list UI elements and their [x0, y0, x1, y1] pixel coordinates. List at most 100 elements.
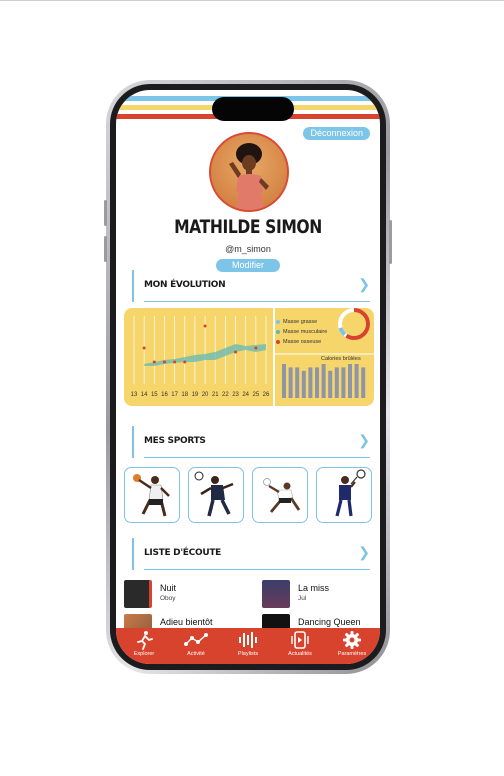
calories-bar	[308, 367, 313, 398]
x-tick-label: 14	[141, 392, 148, 398]
data-point	[183, 360, 187, 364]
avatar[interactable]	[209, 132, 289, 212]
power-button	[389, 220, 392, 264]
section-playlist[interactable]: LISTE D'ÉCOUTE ❯	[132, 538, 370, 570]
app-screen: Déconnexion MATHILDE SIMON @m_simon Modi…	[116, 90, 380, 664]
x-tick-label: 13	[131, 392, 138, 398]
track-title: Adieu bientôt	[160, 617, 213, 627]
calories-bar	[282, 364, 286, 398]
calories-bar	[361, 367, 366, 398]
sport-card-volleyball[interactable]	[252, 467, 308, 523]
x-tick-label: 23	[232, 392, 239, 398]
section-accent-bar	[132, 538, 134, 570]
gear-icon	[343, 631, 361, 649]
x-tick-label: 22	[222, 392, 229, 398]
calories-bar	[295, 367, 300, 398]
section-evolution[interactable]: MON ÉVOLUTION ❯	[132, 270, 370, 302]
x-tick-label: 26	[263, 392, 270, 398]
track-artist: Oboy	[160, 595, 176, 602]
chevron-right-icon[interactable]: ❯	[358, 544, 370, 561]
volleyball-player-icon	[263, 478, 301, 513]
calories-bar	[328, 370, 333, 398]
section-title: LISTE D'ÉCOUTE	[144, 548, 222, 558]
x-tick-label: 16	[161, 392, 168, 398]
x-tick-label: 21	[212, 392, 219, 398]
profile-name: MATHILDE SIMON	[174, 216, 322, 238]
basketball-player-icon	[133, 474, 170, 517]
x-tick-label: 19	[192, 392, 199, 398]
x-tick-label: 18	[181, 392, 188, 398]
top-border	[0, 0, 504, 1]
activity-icon	[184, 633, 208, 646]
legend-item-bone: Masse osseuse	[276, 339, 321, 345]
data-point	[234, 350, 238, 354]
data-point	[173, 360, 177, 364]
track-item[interactable]: Nuit Oboy	[116, 580, 248, 610]
legend-label: Masse osseuse	[283, 339, 322, 345]
athlete-photo-icon	[229, 143, 269, 210]
football-player-icon	[194, 471, 234, 517]
section-title: MES SPORTS	[144, 436, 206, 446]
album-cover	[262, 580, 290, 608]
tab-playlists[interactable]: Playlists	[222, 630, 274, 664]
section-accent-bar	[132, 426, 134, 458]
data-point	[203, 324, 207, 328]
section-divider	[144, 457, 370, 458]
track-artist: Jul	[298, 595, 307, 602]
calories-bar	[348, 364, 352, 398]
tab-actualites[interactable]: Actualités	[274, 630, 326, 664]
calories-bar	[354, 364, 359, 398]
x-tick-label: 25	[253, 392, 260, 398]
chart-divider	[273, 308, 275, 406]
calories-bar	[315, 367, 319, 398]
track-title: Dancing Queen	[298, 617, 361, 627]
calories-bar	[334, 367, 339, 398]
profile-handle: @m_simon	[225, 244, 271, 254]
x-tick-label: 24	[242, 392, 249, 398]
news-icon	[291, 631, 309, 649]
tab-label: Explorer	[133, 651, 155, 657]
tab-label: Paramètres	[337, 651, 367, 657]
legend-dot	[276, 329, 280, 334]
track-title: La miss	[298, 583, 330, 593]
section-sports[interactable]: MES SPORTS ❯	[132, 426, 370, 458]
sport-card-basketball[interactable]	[124, 467, 180, 523]
sport-card-tennis[interactable]	[316, 467, 372, 523]
chevron-right-icon[interactable]: ❯	[358, 276, 370, 293]
calories-bar	[288, 367, 293, 398]
legend-label: Masse grasse	[283, 319, 318, 325]
tab-label: Actualités	[288, 651, 312, 657]
tennis-player-icon	[335, 469, 366, 517]
waveform-icon	[239, 632, 257, 648]
tab-parametres[interactable]: Paramètres	[326, 630, 378, 664]
legend-dot	[276, 339, 280, 344]
legend-item-fat: Masse grasse	[276, 319, 317, 325]
tab-activite[interactable]: Activité	[170, 630, 222, 664]
bottom-tab-bar: Explorer Activité Playlists Actualités P…	[116, 628, 380, 664]
x-tick-label: 20	[202, 392, 209, 398]
track-title: Nuit	[160, 583, 177, 593]
tab-explorer[interactable]: Explorer	[118, 630, 170, 664]
sport-card-football[interactable]	[188, 467, 244, 523]
volume-up-button	[104, 200, 107, 226]
legend-dot	[276, 319, 280, 324]
data-point	[142, 346, 146, 350]
dynamic-island	[212, 97, 294, 121]
section-title: MON ÉVOLUTION	[144, 280, 226, 290]
calories-bar	[341, 367, 346, 398]
x-tick-label: 15	[151, 392, 158, 398]
data-point	[162, 360, 166, 364]
volume-down-button	[104, 236, 107, 262]
run-icon	[137, 631, 153, 650]
data-point	[152, 360, 156, 364]
data-point	[254, 346, 258, 350]
section-divider	[144, 569, 370, 570]
track-item[interactable]: La miss Jul	[254, 580, 380, 610]
chevron-right-icon[interactable]: ❯	[358, 432, 370, 449]
album-cover	[124, 580, 152, 608]
tab-label: Playlists	[237, 651, 259, 657]
calories-bar	[321, 364, 326, 398]
section-divider	[144, 301, 370, 302]
x-tick-label: 17	[171, 392, 178, 398]
logout-button[interactable]: Déconnexion	[303, 127, 370, 140]
